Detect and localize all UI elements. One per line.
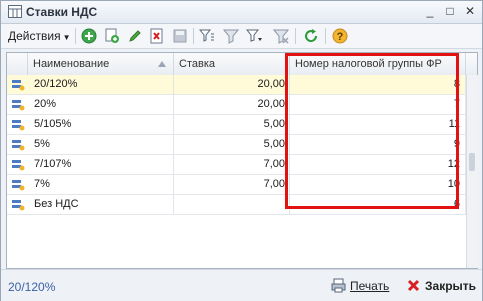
cell-name: 7% xyxy=(28,175,174,194)
cell-rate: 20,00 xyxy=(174,75,290,94)
actions-menu-label: Действия xyxy=(8,29,61,43)
cell-rate xyxy=(174,195,290,214)
cell-name: Без НДС xyxy=(28,195,174,214)
close-button-label: Закрыть xyxy=(425,279,477,293)
add-icon[interactable] xyxy=(81,28,97,44)
cell-name: 7/107% xyxy=(28,155,174,174)
column-header-name[interactable]: Наименование xyxy=(28,53,174,75)
toolbar-separator xyxy=(295,28,296,44)
vertical-scrollbar[interactable] xyxy=(466,75,478,268)
filter-dropdown-icon[interactable] xyxy=(246,28,262,44)
maximize-button[interactable]: □ xyxy=(442,4,458,19)
current-row-status: 20/120% xyxy=(8,280,56,294)
title-bar[interactable]: Ставки НДС _ □ ✕ xyxy=(1,1,482,24)
window-title: Ставки НДС xyxy=(26,5,98,19)
column-header-rate[interactable]: Ставка xyxy=(174,53,290,75)
row-element-icon xyxy=(12,140,25,151)
copy-icon[interactable] xyxy=(104,28,120,44)
edit-icon[interactable] xyxy=(127,28,143,44)
svg-text:?: ? xyxy=(337,31,344,43)
row-element-icon xyxy=(12,100,25,111)
row-element-icon xyxy=(12,200,25,211)
actions-menu[interactable]: Действия ▼ xyxy=(8,29,71,43)
cell-name: 20/120% xyxy=(28,75,174,94)
delete-icon[interactable] xyxy=(149,28,165,44)
dropdown-arrow-icon: ▼ xyxy=(62,33,71,42)
print-icon xyxy=(331,278,346,293)
filter-icon[interactable] xyxy=(223,28,239,44)
cell-name: 5% xyxy=(28,135,174,154)
toolbar-separator xyxy=(75,28,76,44)
row-element-icon xyxy=(12,80,25,91)
filter-list-icon[interactable] xyxy=(199,28,215,44)
row-element-icon xyxy=(12,120,25,131)
refresh-icon[interactable] xyxy=(303,28,319,44)
ndc-rates-window: Ставки НДС _ □ ✕ Действия ▼ ? Наименован… xyxy=(0,0,483,301)
header-icon-column xyxy=(7,53,28,75)
scrollbar-thumb[interactable] xyxy=(469,153,475,171)
cell-rate: 5,00 xyxy=(174,135,290,154)
row-element-icon xyxy=(12,160,25,171)
close-icon xyxy=(407,279,420,292)
column-header-name-label: Наименование xyxy=(33,58,110,70)
help-icon[interactable]: ? xyxy=(332,28,348,44)
cell-rate: 20,00 xyxy=(174,95,290,114)
toolbar-separator xyxy=(325,28,326,44)
row-element-icon xyxy=(12,180,25,191)
print-button-label: Печать xyxy=(350,279,390,293)
form-footer: 20/120% Печать Закрыть xyxy=(1,269,482,301)
sort-ascending-icon xyxy=(158,61,166,67)
clear-filter-icon[interactable] xyxy=(273,28,289,44)
highlight-frame xyxy=(285,53,459,209)
cell-name: 5/105% xyxy=(28,115,174,134)
cell-rate: 7,00 xyxy=(174,175,290,194)
save-icon[interactable] xyxy=(172,28,188,44)
toolbar: Действия ▼ ? xyxy=(1,24,482,49)
cell-rate: 5,00 xyxy=(174,115,290,134)
cell-rate: 7,00 xyxy=(174,155,290,174)
cell-name: 20% xyxy=(28,95,174,114)
close-window-button[interactable]: ✕ xyxy=(462,4,478,19)
table-icon xyxy=(8,5,22,18)
toolbar-separator xyxy=(193,28,194,44)
minimize-button[interactable]: _ xyxy=(422,4,438,19)
